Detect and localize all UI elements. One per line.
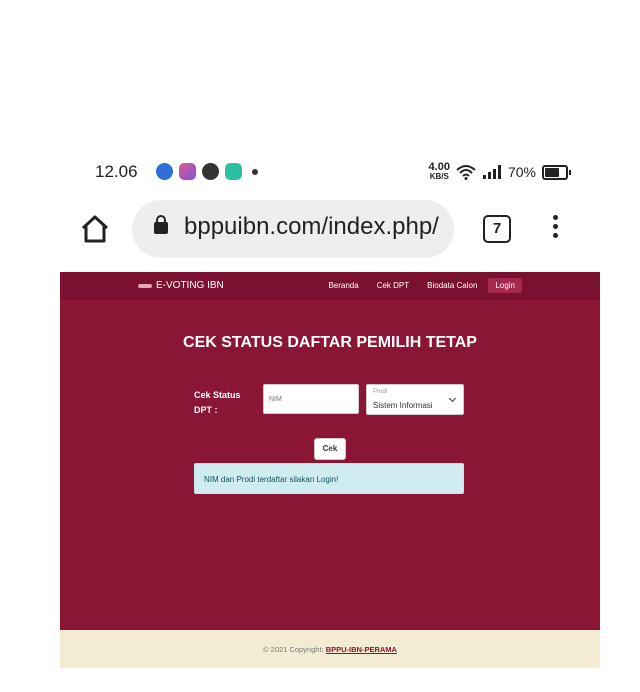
footer-link[interactable]: BPPU-IBN-PERAMA	[326, 645, 397, 654]
prodi-selected-value: Sistem Informasi	[373, 401, 433, 410]
status-bar: 12.06 4.00 KB/S 70%	[0, 158, 640, 188]
chrome-icon	[156, 163, 173, 180]
prodi-select[interactable]: Prodi Sistem Informasi	[366, 384, 464, 415]
game-icon	[202, 163, 219, 180]
nav-link-beranda[interactable]: Beranda	[321, 278, 365, 293]
net-speed-unit: KB/S	[429, 172, 449, 181]
form-label: Cek Status DPT :	[194, 390, 241, 415]
chat-icon	[225, 163, 242, 180]
signal-icon	[482, 165, 501, 179]
url-text[interactable]: bppuibn.com/index.php/	[184, 213, 439, 241]
battery-icon	[542, 164, 571, 180]
tab-switcher-button[interactable]: 7	[483, 215, 511, 243]
nav-link-login[interactable]: Login	[488, 278, 522, 293]
site-brand[interactable]: E-VOTING IBN	[138, 280, 224, 291]
net-speed: 4.00 KB/S	[429, 162, 450, 182]
more-notifications-dot-icon	[252, 168, 258, 175]
chevron-down-icon	[448, 394, 457, 403]
prodi-label: Prodi	[373, 389, 388, 395]
site-navbar: E-VOTING IBN Beranda Cek DPT Biodata Cal…	[60, 272, 600, 300]
nav-link-biodata-calon[interactable]: Biodata Calon	[420, 278, 484, 293]
lock-icon	[154, 215, 168, 234]
notification-icons	[156, 163, 258, 180]
clock-time: 12.06	[95, 162, 138, 181]
website-viewport: E-VOTING IBN Beranda Cek DPT Biodata Cal…	[60, 272, 600, 668]
nav-link-cek-dpt[interactable]: Cek DPT	[370, 278, 416, 293]
address-bar[interactable]: bppuibn.com/index.php/	[132, 200, 454, 258]
site-footer: © 2021 Copyright: BPPU-IBN-PERAMA	[60, 630, 600, 668]
brand-label: E-VOTING IBN	[156, 280, 224, 291]
system-icons: 4.00 KB/S 70%	[429, 162, 571, 182]
brand-logo-icon	[138, 283, 152, 288]
cek-button[interactable]: Cek	[314, 438, 346, 460]
battery-percent: 70%	[507, 164, 536, 180]
more-menu-icon[interactable]	[550, 215, 560, 245]
footer-copyright: © 2021 Copyright:	[263, 645, 324, 654]
page-title: CEK STATUS DAFTAR PEMILIH TETAP	[183, 334, 477, 351]
nav-links: Beranda Cek DPT Biodata Calon Login	[321, 278, 522, 293]
app-icon	[179, 163, 196, 180]
wifi-icon	[456, 165, 476, 180]
nim-input[interactable]	[263, 384, 359, 414]
home-icon[interactable]	[80, 214, 110, 244]
status-alert: NIM dan Prodi terdaftar silakan Login!	[194, 463, 464, 494]
browser-toolbar: bppuibn.com/index.php/ 7	[0, 198, 640, 262]
